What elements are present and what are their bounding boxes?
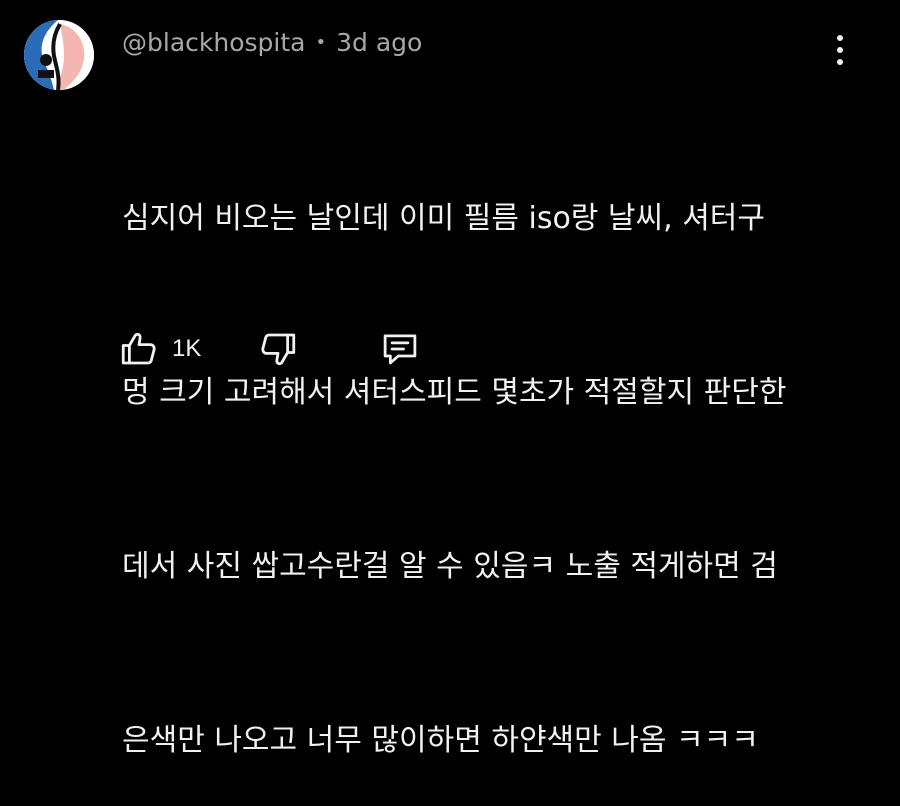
reply-button[interactable]	[379, 328, 421, 370]
comment-text: 심지어 비오는 날인데 이미 필름 iso랑 날씨, 셔터구 멍 크기 고려해서…	[122, 74, 852, 806]
like-count: 1K	[172, 335, 202, 362]
kebab-dot	[837, 35, 843, 41]
comment-timestamp[interactable]: 3d ago	[336, 26, 422, 60]
avatar-image	[24, 20, 94, 90]
comment-actions: 1K	[118, 326, 421, 372]
avatar[interactable]	[24, 20, 94, 90]
comment-header: @blackhospita • 3d ago	[122, 26, 422, 60]
comment-line: 은색만 나오고 너무 많이하면 하얀색만 나옴 ㅋㅋㅋ	[122, 723, 759, 758]
dislike-button[interactable]	[257, 328, 299, 370]
kebab-dot	[837, 47, 843, 53]
thumbs-up-icon	[121, 332, 156, 365]
kebab-dot	[837, 59, 843, 65]
thumbs-down-icon	[261, 333, 296, 366]
like-button[interactable]: 1K	[118, 328, 201, 370]
comment-line: 심지어 비오는 날인데 이미 필름 iso랑 날씨, 셔터구	[122, 201, 766, 236]
meta-separator: •	[315, 32, 327, 53]
comment-line: 데서 사진 쌉고수란걸 알 수 있음ㅋ 노출 적게하면 검	[122, 549, 778, 584]
comment-reply-icon	[384, 334, 417, 365]
more-vert-icon[interactable]	[826, 30, 854, 70]
comment-line: 멍 크기 고려해서 셔터스피드 몇초가 적절할지 판단한	[122, 375, 787, 410]
author-name[interactable]: @blackhospita	[122, 26, 305, 60]
